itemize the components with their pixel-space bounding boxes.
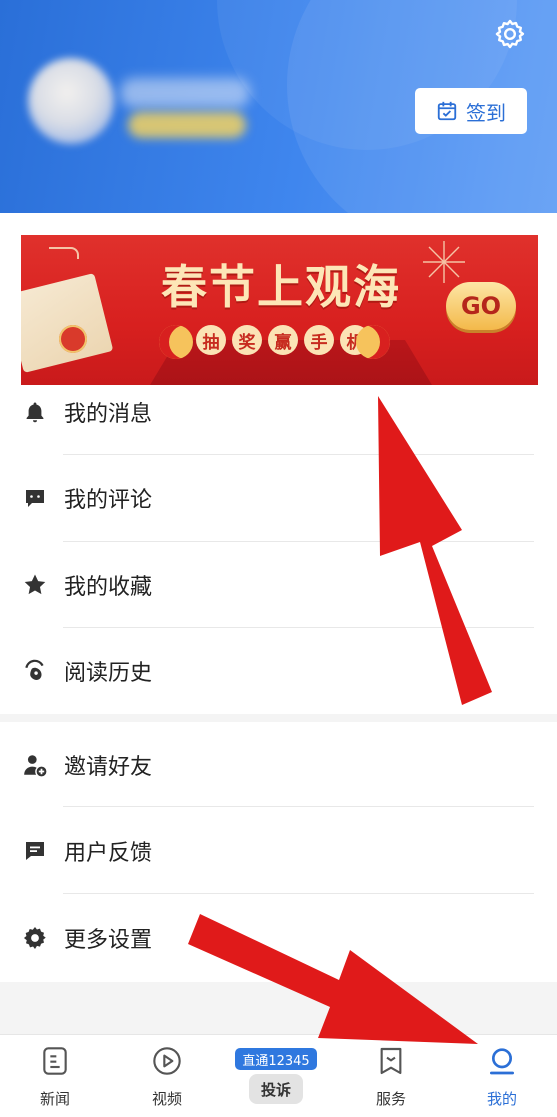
menu-item-comments[interactable]: 我的评论 bbox=[0, 455, 557, 541]
divider bbox=[63, 893, 534, 894]
avatar[interactable] bbox=[28, 58, 114, 144]
settings-button[interactable] bbox=[492, 16, 528, 52]
tab-label: 服务 bbox=[375, 1090, 406, 1108]
tab-profile[interactable]: 我的 bbox=[462, 1040, 542, 1112]
menu-item-history[interactable]: 阅读历史 bbox=[0, 628, 557, 714]
user-level-blurred bbox=[128, 112, 246, 138]
subtitle-char: 赢 bbox=[268, 325, 298, 355]
subtitle-char: 奖 bbox=[232, 325, 262, 355]
menu-label: 我的评论 bbox=[64, 488, 153, 513]
menu-item-feedback[interactable]: 用户反馈 bbox=[0, 808, 557, 894]
profile-header: 签到 bbox=[0, 0, 557, 213]
tab-video[interactable]: 视频 bbox=[127, 1040, 207, 1112]
envelope-illustration bbox=[21, 273, 114, 373]
crescent-left-icon bbox=[159, 325, 193, 359]
section-separator bbox=[0, 714, 557, 722]
tab-service[interactable]: 服务 bbox=[351, 1040, 431, 1112]
calendar-check-icon bbox=[437, 101, 457, 121]
comment-icon bbox=[22, 485, 48, 511]
subtitle-char: 抽 bbox=[196, 325, 226, 355]
complaint-label: 投诉 bbox=[249, 1074, 303, 1104]
add-friend-icon bbox=[22, 752, 48, 778]
hotline-label: 直通12345 bbox=[235, 1048, 317, 1070]
menu-label: 我的收藏 bbox=[64, 575, 153, 600]
banner-title: 春节上观海 bbox=[161, 260, 401, 314]
menu-label: 用户反馈 bbox=[64, 841, 153, 866]
tab-news[interactable]: 新闻 bbox=[15, 1040, 95, 1112]
divider bbox=[63, 806, 534, 807]
feedback-icon bbox=[22, 838, 48, 864]
menu-item-invite-friends[interactable]: 邀请好友 bbox=[0, 722, 557, 808]
tab-label: 新闻 bbox=[39, 1090, 70, 1108]
gear-icon bbox=[495, 19, 525, 49]
news-icon bbox=[38, 1044, 72, 1078]
username-blurred bbox=[120, 78, 250, 108]
checkin-label: 签到 bbox=[466, 100, 506, 125]
banner-subtitle: 抽 奖 赢 手 机 bbox=[196, 325, 370, 355]
menu-label: 邀请好友 bbox=[64, 755, 153, 780]
checkin-button[interactable]: 签到 bbox=[415, 88, 527, 134]
menu-label: 阅读历史 bbox=[64, 661, 153, 686]
tab-label: 我的 bbox=[486, 1090, 517, 1108]
service-icon bbox=[374, 1044, 408, 1078]
page-bottom-background bbox=[0, 982, 557, 1034]
history-icon bbox=[22, 658, 48, 684]
banner-decoration bbox=[49, 247, 79, 259]
tab-label: 视频 bbox=[151, 1090, 182, 1108]
menu-item-more-settings[interactable]: 更多设置 bbox=[0, 895, 557, 981]
menu-item-messages[interactable]: 我的消息 bbox=[0, 369, 557, 455]
subtitle-char: 手 bbox=[304, 325, 334, 355]
settings-gear-icon bbox=[22, 925, 48, 951]
menu-label: 我的消息 bbox=[64, 402, 153, 427]
crescent-right-icon bbox=[356, 325, 390, 359]
bell-icon bbox=[22, 399, 48, 425]
menu-label: 更多设置 bbox=[64, 928, 153, 953]
banner-go-button[interactable]: GO bbox=[446, 282, 516, 330]
menu-item-favorites[interactable]: 我的收藏 bbox=[0, 542, 557, 628]
play-icon bbox=[150, 1044, 184, 1078]
complaint-hotline-button[interactable]: 直通12345 投诉 bbox=[235, 1048, 317, 1110]
star-icon bbox=[22, 572, 48, 598]
envelope-seal bbox=[59, 325, 87, 353]
spring-festival-banner[interactable]: 春节上观海 抽 奖 赢 手 机 GO bbox=[21, 235, 538, 385]
profile-icon bbox=[485, 1044, 519, 1078]
